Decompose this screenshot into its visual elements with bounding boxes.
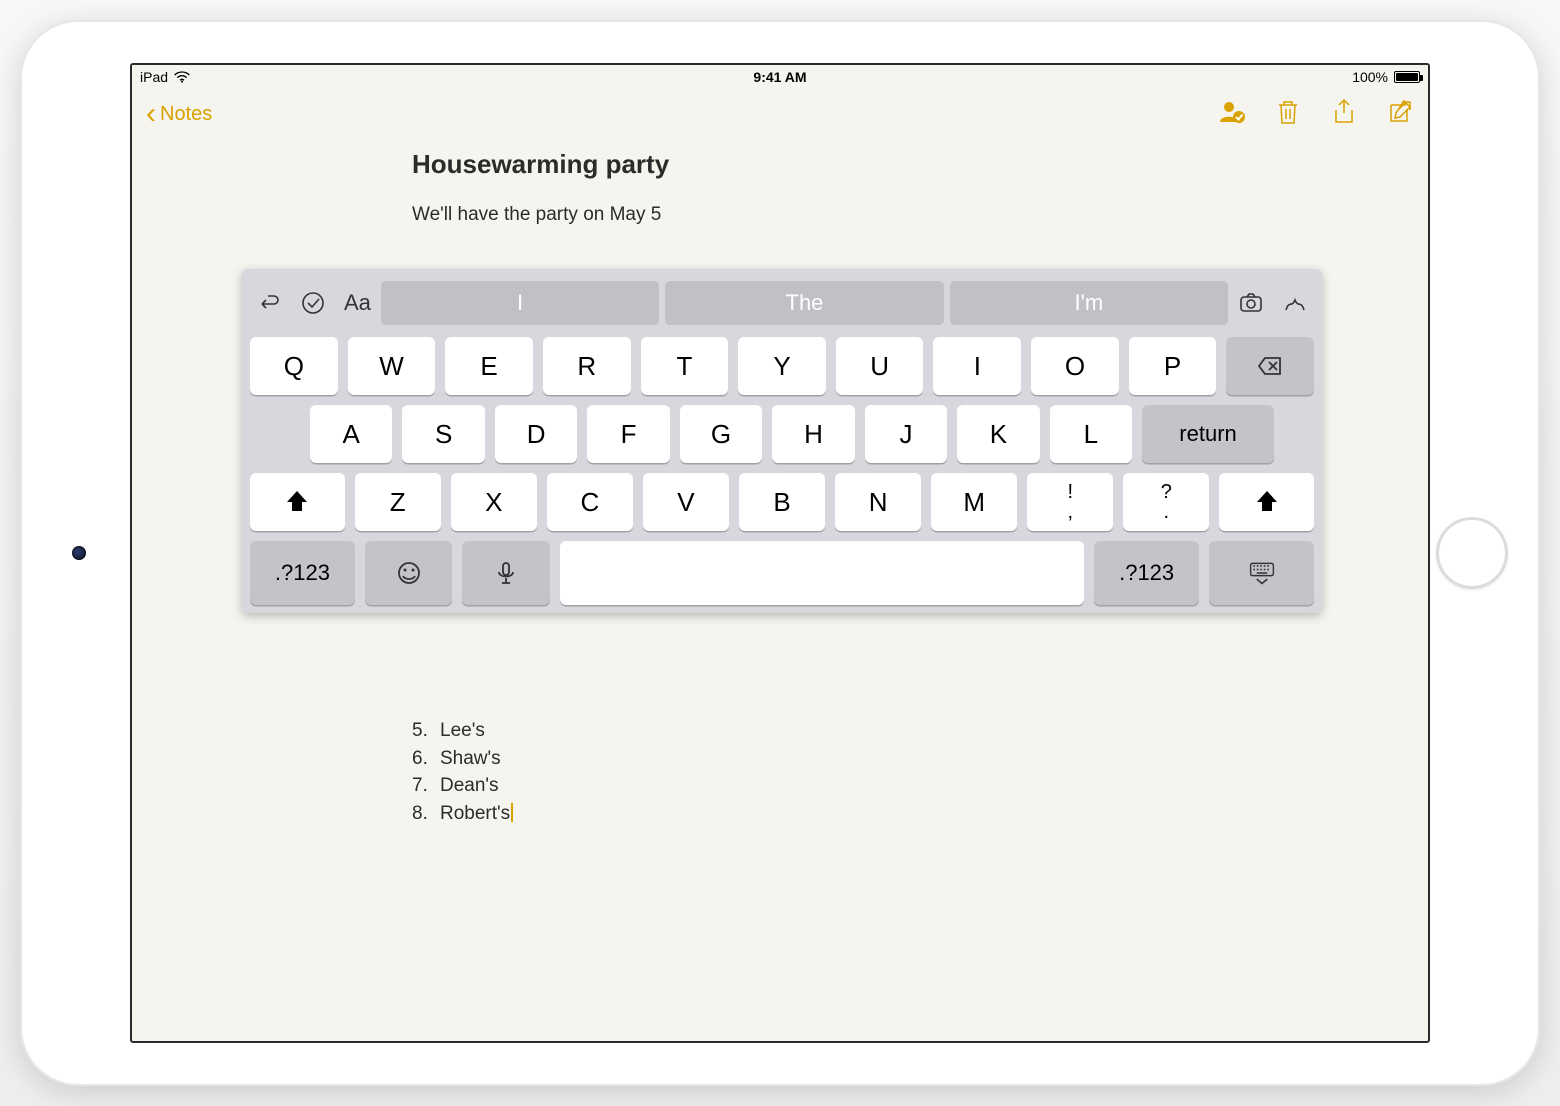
undo-icon[interactable] xyxy=(256,290,282,316)
key-question-period[interactable]: ? . xyxy=(1123,473,1209,531)
key-shift-right[interactable] xyxy=(1219,473,1314,531)
shift-icon xyxy=(283,488,311,516)
note-content[interactable]: Housewarming party We'll have the party … xyxy=(132,139,1428,226)
back-label: Notes xyxy=(160,103,212,126)
key-j[interactable]: J xyxy=(865,405,947,463)
nav-bar: ‹ Notes xyxy=(132,89,1428,139)
key-u[interactable]: U xyxy=(836,337,924,395)
key-d[interactable]: D xyxy=(495,405,577,463)
key-h[interactable]: H xyxy=(772,405,854,463)
key-row-2: A S D F G H J K L return xyxy=(250,405,1314,463)
key-z[interactable]: Z xyxy=(355,473,441,531)
key-bottom: , xyxy=(1067,502,1073,522)
key-m[interactable]: M xyxy=(931,473,1017,531)
note-title: Housewarming party xyxy=(412,149,1112,180)
checklist-icon[interactable] xyxy=(300,290,326,316)
shift-icon xyxy=(1253,488,1281,516)
key-bottom: . xyxy=(1164,502,1170,522)
key-c[interactable]: C xyxy=(547,473,633,531)
key-a[interactable]: A xyxy=(310,405,392,463)
front-camera xyxy=(72,546,86,560)
text-cursor xyxy=(511,803,513,822)
microphone-icon xyxy=(492,559,520,587)
key-f[interactable]: F xyxy=(587,405,669,463)
collaborate-button[interactable] xyxy=(1218,98,1246,131)
suggestion-3[interactable]: I'm xyxy=(950,281,1228,325)
key-row-4: .?123 .?123 xyxy=(250,541,1314,605)
list-item: Robert's xyxy=(412,800,1112,828)
key-o[interactable]: O xyxy=(1031,337,1119,395)
list-item: Dean's xyxy=(412,772,1112,800)
suggestion-bar: Aa I The I'm xyxy=(242,269,1322,333)
text-format-button[interactable]: Aa xyxy=(344,290,371,316)
wifi-icon xyxy=(174,71,190,83)
key-n[interactable]: N xyxy=(835,473,921,531)
suggestion-1[interactable]: I xyxy=(381,281,659,325)
key-top: ! xyxy=(1067,482,1073,502)
back-button[interactable]: ‹ Notes xyxy=(146,103,212,126)
key-q[interactable]: Q xyxy=(250,337,338,395)
key-i[interactable]: I xyxy=(933,337,1021,395)
backspace-icon xyxy=(1256,352,1284,380)
share-button[interactable] xyxy=(1330,98,1358,131)
clock: 9:41 AM xyxy=(753,69,806,85)
home-button[interactable] xyxy=(1436,517,1508,589)
compose-icon xyxy=(1386,98,1414,126)
key-hide-keyboard[interactable] xyxy=(1209,541,1314,605)
key-numeric-right[interactable]: .?123 xyxy=(1094,541,1199,605)
status-bar: iPad 9:41 AM 100% xyxy=(132,65,1428,89)
key-shift-left[interactable] xyxy=(250,473,345,531)
key-p[interactable]: P xyxy=(1129,337,1217,395)
key-exclaim-comma[interactable]: ! , xyxy=(1027,473,1113,531)
share-icon xyxy=(1330,98,1358,126)
key-v[interactable]: V xyxy=(643,473,729,531)
screen: iPad 9:41 AM 100% ‹ Notes xyxy=(130,63,1430,1043)
key-s[interactable]: S xyxy=(402,405,484,463)
key-e[interactable]: E xyxy=(445,337,533,395)
battery-percent: 100% xyxy=(1352,69,1388,85)
key-return[interactable]: return xyxy=(1142,405,1274,463)
camera-icon[interactable] xyxy=(1238,290,1264,316)
person-check-icon xyxy=(1218,98,1246,126)
hide-keyboard-icon xyxy=(1248,559,1276,587)
note-content-below[interactable]: Lee's Shaw's Dean's Robert's xyxy=(132,707,1428,827)
emoji-icon xyxy=(395,559,423,587)
key-y[interactable]: Y xyxy=(738,337,826,395)
key-row-1: Q W E R T Y U I O P xyxy=(250,337,1314,395)
compose-button[interactable] xyxy=(1386,98,1414,131)
key-k[interactable]: K xyxy=(957,405,1039,463)
key-t[interactable]: T xyxy=(641,337,729,395)
key-g[interactable]: G xyxy=(680,405,762,463)
list-item: Shaw's xyxy=(412,745,1112,773)
key-r[interactable]: R xyxy=(543,337,631,395)
key-emoji[interactable] xyxy=(365,541,452,605)
keyboard[interactable]: Aa I The I'm Q W E R T xyxy=(242,269,1322,613)
key-w[interactable]: W xyxy=(348,337,436,395)
key-space[interactable] xyxy=(560,541,1084,605)
trash-icon xyxy=(1274,98,1302,126)
key-dictation[interactable] xyxy=(462,541,549,605)
note-line: We'll have the party on May 5 xyxy=(412,204,1112,226)
key-backspace[interactable] xyxy=(1226,337,1314,395)
battery-icon xyxy=(1394,71,1420,83)
ipad-frame: iPad 9:41 AM 100% ‹ Notes xyxy=(20,20,1540,1086)
suggestion-2[interactable]: The xyxy=(665,281,943,325)
key-row-3: Z X C V B N M ! , ? . xyxy=(250,473,1314,531)
key-b[interactable]: B xyxy=(739,473,825,531)
markup-icon[interactable] xyxy=(1282,290,1308,316)
key-top: ? xyxy=(1161,482,1172,502)
delete-button[interactable] xyxy=(1274,98,1302,131)
key-l[interactable]: L xyxy=(1050,405,1132,463)
key-numeric-left[interactable]: .?123 xyxy=(250,541,355,605)
key-x[interactable]: X xyxy=(451,473,537,531)
list-item: Lee's xyxy=(412,717,1112,745)
device-label: iPad xyxy=(140,69,168,85)
